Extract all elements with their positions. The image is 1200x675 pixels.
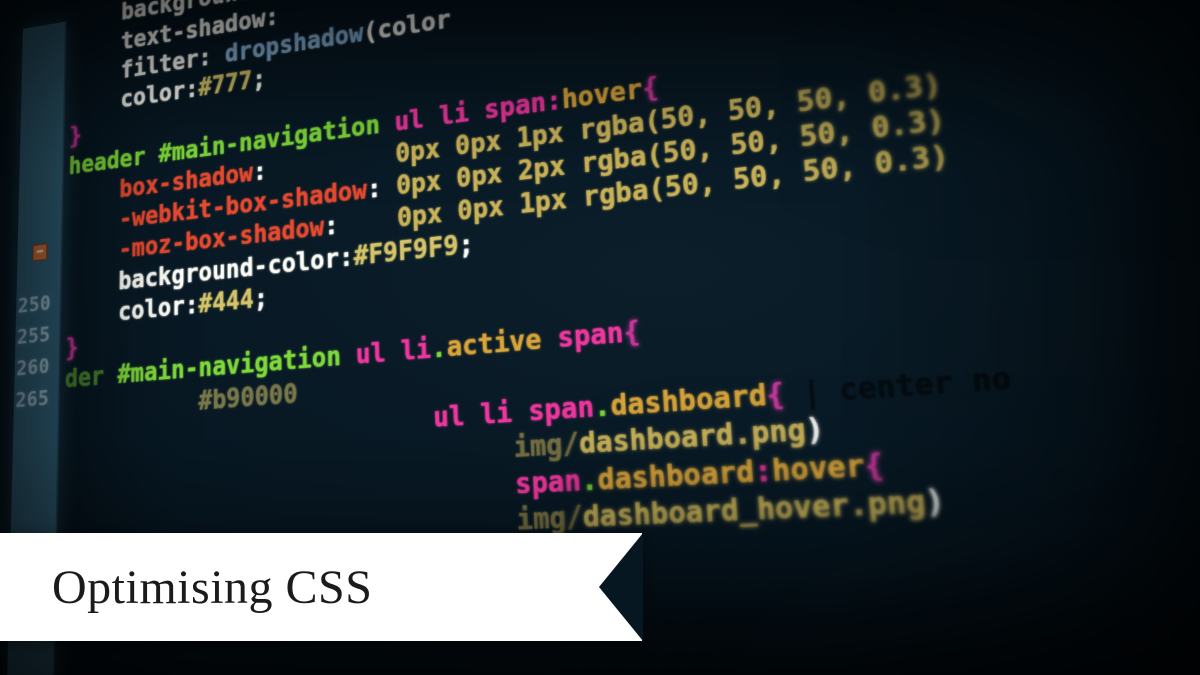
code-line: }: [65, 334, 78, 363]
code-line: }: [69, 122, 82, 150]
code-body: background- text-shadow: filter: dropsha…: [61, 0, 1031, 591]
line-numbers: 250 255 260 265: [15, 288, 50, 418]
title-banner: Optimising CSS: [0, 533, 642, 641]
fold-marker-icon: [32, 243, 47, 261]
screenshot-stage: 250 255 260 265 background- text-shadow:…: [0, 0, 1200, 675]
code-line: der #main-navigation ul li.active span{: [65, 316, 641, 394]
banner-title: Optimising CSS: [52, 560, 372, 615]
